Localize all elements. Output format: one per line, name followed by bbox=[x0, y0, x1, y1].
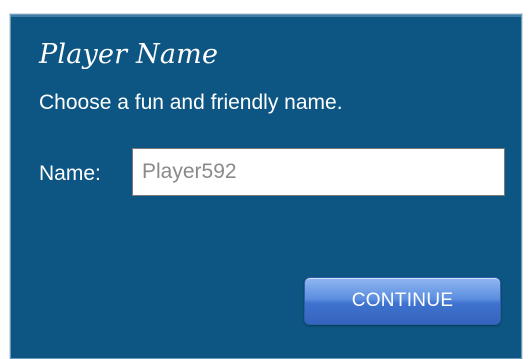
screen: Player Name Choose a fun and friendly na… bbox=[0, 0, 530, 359]
continue-button[interactable]: CONTINUE bbox=[304, 277, 501, 325]
dialog-subtitle: Choose a fun and friendly name. bbox=[39, 91, 343, 114]
name-label: Name: bbox=[39, 162, 101, 185]
dialog-title: Player Name bbox=[39, 39, 219, 70]
player-name-dialog: Player Name Choose a fun and friendly na… bbox=[10, 14, 522, 359]
name-input[interactable] bbox=[132, 148, 505, 196]
